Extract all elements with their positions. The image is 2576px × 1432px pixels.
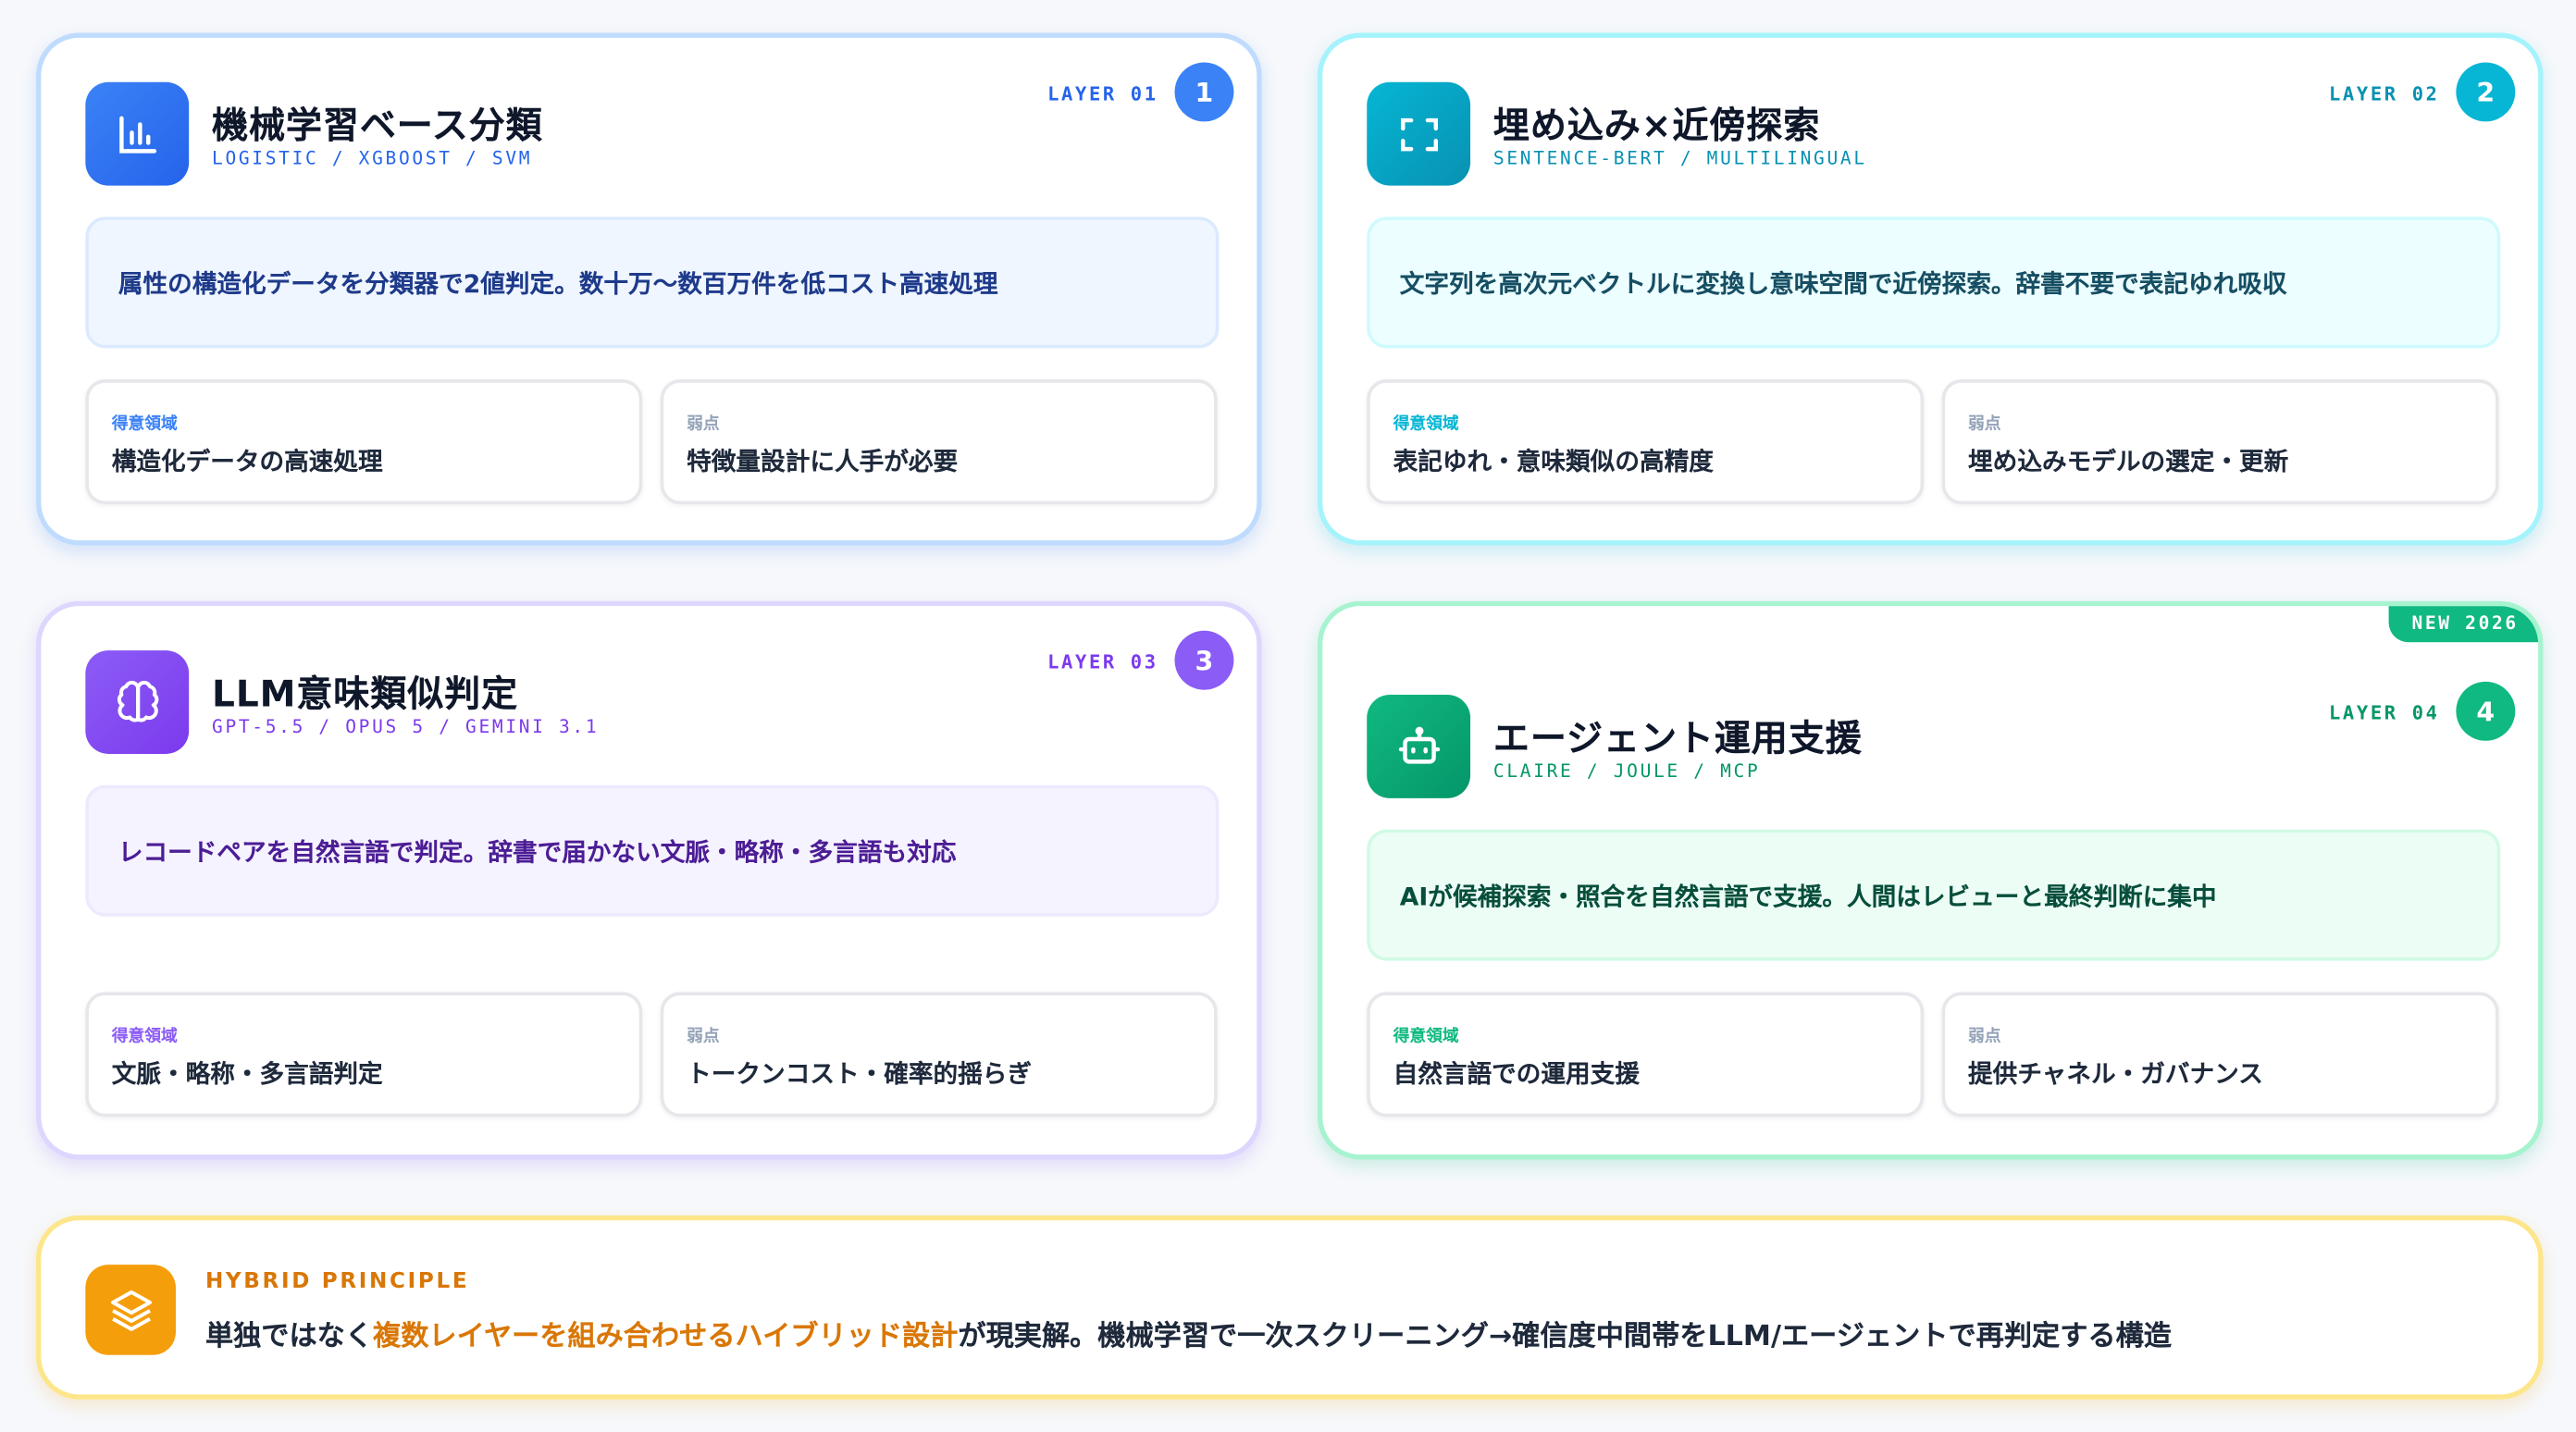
strength-label: 得意領域 <box>111 415 178 434</box>
layer-card-4: NEW 2026 エージェント運用支援 CLAIRE / JOULE / MCP… <box>1317 600 2544 1160</box>
weakness-label: 弱点 <box>1968 415 2001 434</box>
layers-icon <box>85 1265 176 1355</box>
weakness-box: 弱点 埋め込みモデルの選定・更新 <box>1941 379 2499 505</box>
new-badge: NEW 2026 <box>2388 606 2539 643</box>
layer-label: LAYER 02 <box>2328 81 2440 105</box>
strength-box: 得意領域 構造化データの高速処理 <box>85 379 643 505</box>
card-description: レコードペアを自然言語で判定。辞書で届かない文脈・略称・多言語も対応 <box>85 784 1220 917</box>
weakness-box: 弱点 トークンコスト・確率的揺らぎ <box>660 992 1218 1117</box>
card-description: 属性の構造化データを分類器で2値判定。数十万〜数百万件を低コスト高速処理 <box>85 216 1220 349</box>
strength-box: 得意領域 文脈・略称・多言語判定 <box>85 992 643 1117</box>
strength-box: 得意領域 表記ゆれ・意味類似の高精度 <box>1367 379 1925 505</box>
layer-number-badge: 4 <box>2456 681 2516 741</box>
weakness-value: 埋め込みモデルの選定・更新 <box>1968 446 2289 476</box>
hybrid-heading: HYBRID PRINCIPLE <box>204 1269 470 1295</box>
weakness-label: 弱点 <box>687 415 720 434</box>
hybrid-text: 単独ではなく複数レイヤーを組み合わせるハイブリッド設計が現実解。機械学習で一次ス… <box>204 1313 2172 1354</box>
layer-card-3: LLM意味類似判定 GPT-5.5 / OPUS 5 / GEMINI 3.1 … <box>36 600 1262 1160</box>
weakness-value: 提供チャネル・ガバナンス <box>1968 1059 2263 1090</box>
card-subtitle: CLAIRE / JOULE / MCP <box>1492 760 1761 783</box>
layer-number-badge: 1 <box>1174 62 1234 122</box>
strength-value: 構造化データの高速処理 <box>111 446 383 476</box>
weakness-value: 特徴量設計に人手が必要 <box>687 446 959 476</box>
page: 機械学習ベース分類 LOGISTIC / XGBOOST / SVM LAYER… <box>0 0 2576 1432</box>
layer-label: LAYER 04 <box>2328 701 2440 724</box>
card-title: エージェント運用支援 <box>1492 719 1863 761</box>
strength-label: 得意領域 <box>1393 415 1459 434</box>
weakness-label: 弱点 <box>687 1028 720 1046</box>
strength-value: 自然言語での運用支援 <box>1393 1059 1640 1090</box>
weakness-label: 弱点 <box>1968 1028 2001 1046</box>
strength-value: 文脈・略称・多言語判定 <box>111 1059 383 1090</box>
hybrid-text-after: が現実解。機械学習で一次スクリーニング→確信度中間帯をLLM/エージェントで再判… <box>958 1320 2172 1354</box>
strength-label: 得意領域 <box>1393 1028 1459 1046</box>
brain-icon <box>85 650 190 754</box>
card-title: 埋め込み×近傍探索 <box>1492 106 1821 148</box>
layer-card-2: 埋め込み×近傍探索 SENTENCE-BERT / MULTILINGUAL L… <box>1317 32 2544 546</box>
card-title: 機械学習ベース分類 <box>212 106 543 148</box>
layer-label: LAYER 03 <box>1047 650 1158 673</box>
bar-chart-icon <box>85 81 190 186</box>
hybrid-text-highlight: 複数レイヤーを組み合わせるハイブリッド設計 <box>373 1320 959 1354</box>
strength-label: 得意領域 <box>111 1028 178 1046</box>
card-title: LLM意味類似判定 <box>212 674 519 717</box>
layer-number-badge: 2 <box>2456 62 2516 122</box>
weakness-box: 弱点 特徴量設計に人手が必要 <box>660 379 1218 505</box>
strength-box: 得意領域 自然言語での運用支援 <box>1367 992 1925 1117</box>
layer-label: LAYER 01 <box>1047 81 1158 105</box>
weakness-value: トークンコスト・確率的揺らぎ <box>687 1059 1033 1090</box>
card-description: 文字列を高次元ベクトルに変換し意味空間で近傍探索。辞書不要で表記ゆれ吸収 <box>1367 216 2501 349</box>
scan-frame-icon <box>1367 81 1471 186</box>
card-subtitle: GPT-5.5 / OPUS 5 / GEMINI 3.1 <box>212 716 600 738</box>
weakness-box: 弱点 提供チャネル・ガバナンス <box>1941 992 2499 1117</box>
card-subtitle: SENTENCE-BERT / MULTILINGUAL <box>1492 147 1867 169</box>
layer-number-badge: 3 <box>1174 630 1234 690</box>
strength-value: 表記ゆれ・意味類似の高精度 <box>1393 446 1714 476</box>
hybrid-text-before: 単独ではなく <box>204 1320 374 1354</box>
card-subtitle: LOGISTIC / XGBOOST / SVM <box>212 147 533 169</box>
layer-card-1: 機械学習ベース分類 LOGISTIC / XGBOOST / SVM LAYER… <box>36 32 1262 546</box>
robot-icon <box>1367 695 1471 798</box>
card-description: AIが候補探索・照合を自然言語で支援。人間はレビューと最終判断に集中 <box>1367 829 2501 961</box>
hybrid-principle-banner: HYBRID PRINCIPLE 単独ではなく複数レイヤーを組み合わせるハイブリ… <box>36 1215 2544 1400</box>
